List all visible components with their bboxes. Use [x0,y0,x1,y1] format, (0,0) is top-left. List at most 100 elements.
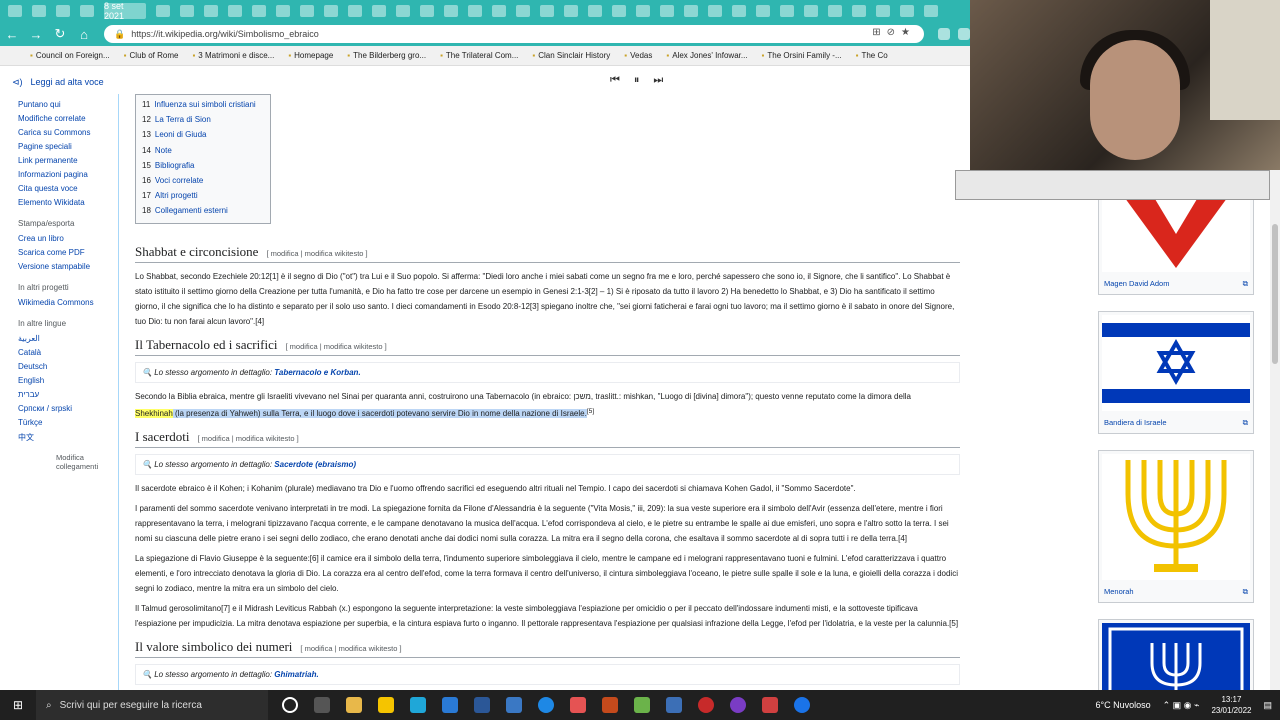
tab[interactable] [852,5,866,17]
tab[interactable] [444,5,458,17]
task-view-icon[interactable] [314,697,330,713]
edit-link[interactable]: [ modifica | modifica wikitesto ] [198,434,299,443]
sidebar-link[interactable]: עברית [18,390,118,399]
home-icon[interactable]: ⌂ [72,27,96,42]
edit-link[interactable]: [ modifica | modifica wikitesto ] [266,249,367,258]
hatnote-link[interactable]: Sacerdote (ebraismo) [274,460,356,469]
tab[interactable] [804,5,818,17]
scrollbar[interactable] [1270,94,1280,690]
toc-item[interactable]: 11 Influenza sui simboli cristiani [142,97,264,112]
forward-icon[interactable]: → [24,27,48,42]
notification-icon[interactable]: ▤ [1263,700,1272,711]
bookmark-item[interactable]: Clan Sinclair History [532,51,610,60]
app-icon[interactable] [570,697,586,713]
sidebar-link[interactable]: Modifiche correlate [18,114,118,123]
app-icon[interactable] [698,697,714,713]
tab[interactable] [732,5,746,17]
bookmark-item[interactable]: The Co [856,51,887,60]
tab[interactable] [252,5,266,17]
next-icon[interactable]: ⏭ [653,74,663,87]
sidebar-link[interactable]: Deutsch [18,362,118,371]
sidebar-link[interactable]: Pagine speciali [18,142,118,151]
tab[interactable] [56,5,70,17]
address-bar[interactable]: 🔒 https://it.wikipedia.org/wiki/Simbolis… [104,25,924,43]
tab[interactable] [540,5,554,17]
enlarge-icon[interactable]: ⧉ [1243,418,1248,428]
sidebar-link[interactable]: Informazioni pagina [18,170,118,179]
pause-icon[interactable]: ⏸ [634,74,640,87]
tab[interactable] [156,5,170,17]
hatnote-link[interactable]: Tabernacolo e Korban. [274,368,360,377]
bookmark-item[interactable]: Homepage [288,51,333,60]
weather-text[interactable]: 6°C Nuvoloso [1095,700,1150,710]
tab[interactable] [924,5,938,17]
tab[interactable] [396,5,410,17]
tab[interactable] [612,5,626,17]
toc-item[interactable]: 14 Note [142,143,264,158]
tab[interactable] [324,5,338,17]
bookmark-item[interactable]: Council on Foreign... [30,51,110,60]
sidebar-link[interactable]: Српски / srpski [18,404,118,413]
app-icon[interactable] [730,697,746,713]
image-thumb[interactable]: Menorah ⧉ [1098,450,1254,603]
image-thumb[interactable]: Bandiera di Israele ⧉ [1098,311,1254,434]
toc-item[interactable]: 17 Altri progetti [142,188,264,203]
tab[interactable] [660,5,674,17]
sidebar-link[interactable]: Carica su Commons [18,128,118,137]
previous-icon[interactable]: ⏮ [610,74,620,87]
clock[interactable]: 13:17 23/01/2022 [1211,694,1251,716]
tab[interactable] [636,5,650,17]
mail-icon[interactable] [442,697,458,713]
tab[interactable] [516,5,530,17]
tab[interactable] [276,5,290,17]
windows-start-icon[interactable]: ⊞ [0,698,36,712]
tab[interactable] [876,5,890,17]
enlarge-icon[interactable]: ⧉ [1243,279,1248,289]
image-caption[interactable]: Magen David Adom [1104,279,1169,289]
back-icon[interactable]: ← [0,27,24,42]
image-thumb[interactable] [1098,619,1254,690]
bookmark-item[interactable]: Alex Jones' Infowar... [666,51,747,60]
image-thumb[interactable]: Magen David Adom ⧉ [1098,190,1254,295]
sidebar-link[interactable]: Scarica come PDF [18,248,118,257]
extension-icon[interactable] [938,28,950,40]
tab[interactable] [468,5,482,17]
app-icon[interactable] [634,697,650,713]
tab[interactable] [8,5,22,17]
cortana-icon[interactable] [282,697,298,713]
reload-icon[interactable]: ↻ [48,26,72,42]
tab[interactable] [564,5,578,17]
file-explorer-icon[interactable] [346,697,362,713]
image-caption[interactable]: Menorah [1104,587,1134,597]
sidebar-link[interactable]: English [18,376,118,385]
taskbar-search[interactable]: ⌕ Scrivi qui per eseguire la ricerca [36,690,268,720]
image-caption[interactable]: Bandiera di Israele [1104,418,1167,428]
tab[interactable] [828,5,842,17]
tab[interactable] [420,5,434,17]
toc-item[interactable]: 15 Bibliografia [142,158,264,173]
tab[interactable] [708,5,722,17]
edit-link[interactable]: [ modifica | modifica wikitesto ] [300,644,401,653]
edge-icon[interactable] [410,697,426,713]
tab[interactable] [588,5,602,17]
read-aloud-icon[interactable]: ⊲) [12,77,23,88]
tab[interactable] [348,5,362,17]
tab[interactable] [492,5,506,17]
tab-active[interactable]: 8 set 2021 [104,1,146,21]
tab[interactable] [204,5,218,17]
toc-item[interactable]: 12 La Terra di Sion [142,112,264,127]
app-icon[interactable] [602,697,618,713]
sidebar-link[interactable]: Crea un libro [18,234,118,243]
scrollbar-thumb[interactable] [1272,224,1278,364]
store-icon[interactable] [378,697,394,713]
enlarge-icon[interactable]: ⧉ [1243,587,1248,597]
sidebar-link[interactable]: 中文 [18,432,118,443]
sidebar-link[interactable]: Elemento Wikidata [18,198,118,207]
hatnote-link[interactable]: Ghimatriah. [274,670,318,679]
bookmark-item[interactable]: The Bilderberg gro... [347,51,426,60]
toc-item[interactable]: 13 Leoni di Giuda [142,127,264,142]
read-aloud-label[interactable]: Leggi ad alta voce [31,77,104,87]
tab[interactable] [780,5,794,17]
bookmark-item[interactable]: The Trilateral Com... [440,51,518,60]
tab[interactable] [756,5,770,17]
